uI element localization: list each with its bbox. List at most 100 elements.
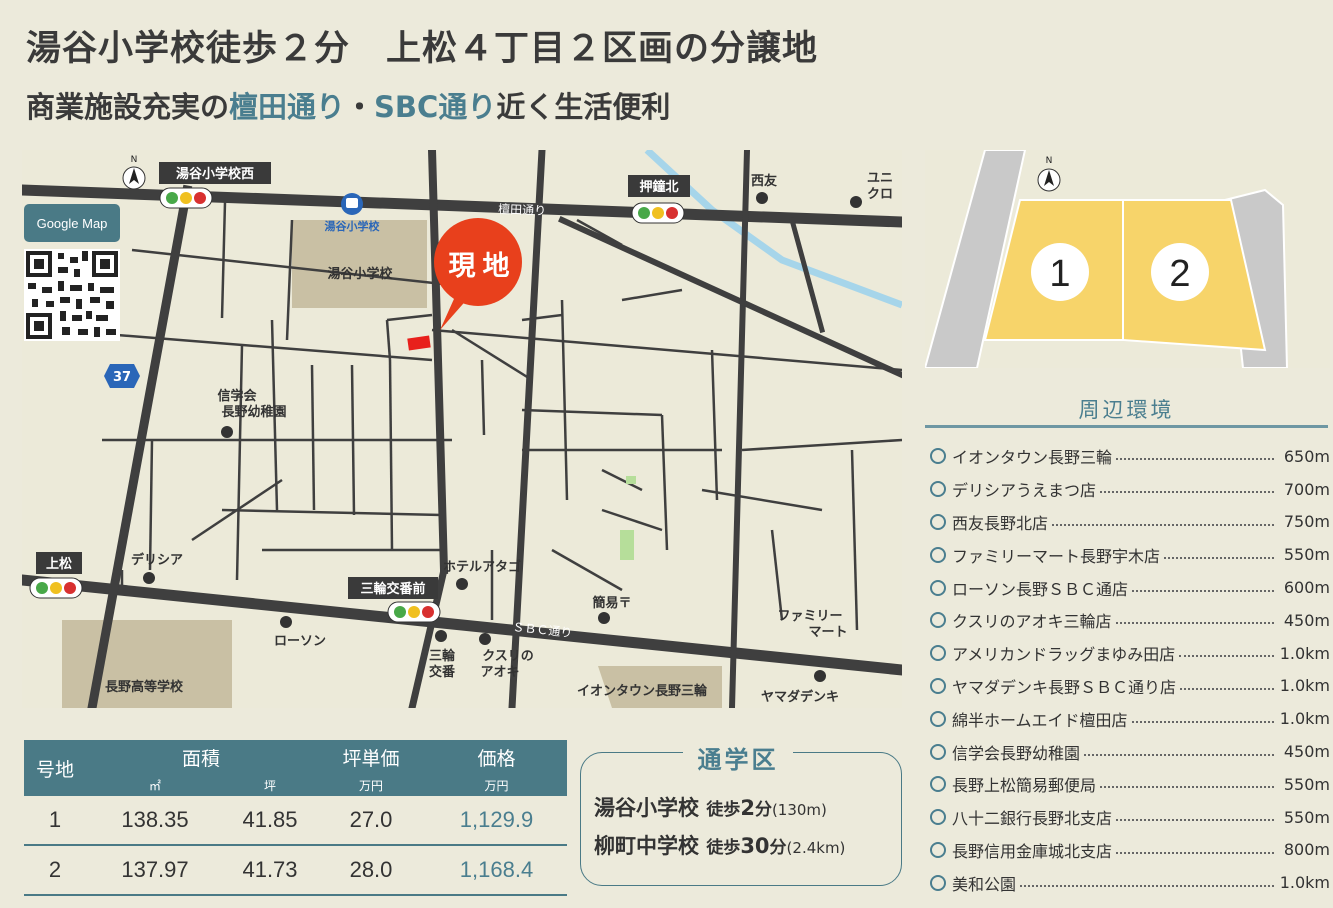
familymart-label: ファミリー [777,609,842,624]
school-walk: 徒歩 [706,838,741,858]
post-office-label: 簡易〒 [591,595,631,611]
familymart-label: マート [808,625,847,640]
table-row: 1 138.35 41.85 27.0 1,129.9 [24,796,567,846]
surroundings-divider [925,425,1328,428]
subtitle-part: 商業施設充実の [26,90,230,124]
list-item: イオンタウン長野三輪 650m [930,440,1330,473]
leader-dots [1052,523,1274,526]
nagano-high-label: 長野高等学校 [105,679,184,695]
school-unit: 分 [769,838,787,858]
leader-dots [1131,720,1274,723]
subtitle-separator: ・ [345,90,375,124]
bus-stop-label: 湯谷小学校 [325,219,381,233]
signal-label-miwa: 三輪交番前 [360,581,425,597]
place-name: クスリのアオキ三輪店 [952,612,1112,632]
kusuri-label: クスリの [482,649,534,664]
list-item: ローソン長野ＳＢＣ通店 600m [930,571,1330,604]
price-table: 号地 面積 坪単価 価格 ㎡ 坪 万円 万円 1 138.35 41.85 27… [24,740,567,896]
place-distance: 1.0km [1279,676,1330,696]
place-distance: 750m [1283,512,1330,532]
place-distance: 450m [1283,610,1330,630]
place-distance: 700m [1283,479,1330,499]
north-label: N [131,155,138,165]
school-distance: (2.4km) [786,839,846,857]
cell-lot: 2 [24,845,86,896]
list-item: 美和公園 1.0km [930,866,1330,899]
place-name: デリシアうえまつ店 [952,481,1097,501]
school-distance: (130m) [771,801,827,819]
school-name: 柳町中学校 [594,834,699,858]
koban-label: 三輪 [429,648,456,664]
circle-bullet-icon [930,579,946,596]
list-item: 西友長野北店 750m [930,506,1330,539]
leader-dots [1084,753,1274,756]
signal-label-uematsu: 上松 [46,556,72,572]
place-name: イオンタウン長野三輪 [952,448,1113,468]
lot-1-number: 1 [1049,253,1070,295]
kindergarten-label: 信学会 [217,388,257,404]
cell-unit-price: 27.0 [316,796,426,846]
list-item: 長野信用金庫城北支店 800m [930,834,1330,867]
kusuri-label: アオキ [480,665,519,680]
list-item: ヤマダデンキ長野ＳＢＣ通り店 1.0km [930,670,1330,703]
place-distance: 800m [1283,840,1330,860]
aeon-label: イオンタウン長野三輪 [577,683,708,699]
subtitle-part: 近く生活便利 [496,90,671,124]
leader-dots [1132,589,1274,592]
site-label: 現 [449,251,476,282]
list-item: 長野上松簡易郵便局 550m [930,768,1330,801]
list-item: 八十二銀行長野北支店 550m [930,801,1330,834]
north-label: N [1046,156,1053,166]
place-distance: 1.0km [1279,643,1330,663]
place-distance: 1.0km [1279,709,1330,729]
header-area: 面積 [86,740,316,774]
place-name: 綿半ホームエイド檀田店 [952,710,1128,730]
circle-bullet-icon [930,645,946,662]
circle-bullet-icon [930,841,946,858]
dangeta-street-highlight: 檀田通り [229,90,346,124]
leader-dots [1020,884,1274,887]
cell-tsubo: 41.73 [224,845,316,896]
yamada-label: ヤマダデンキ [761,689,839,705]
green-strip [626,476,636,484]
circle-bullet-icon [930,448,946,465]
circle-bullet-icon [930,776,946,793]
traffic-signal-icon [29,577,83,599]
cell-tsubo: 41.85 [224,796,316,846]
circle-bullet-icon [930,809,946,826]
leader-dots [1116,819,1274,822]
traffic-signal-icon [387,601,441,623]
leader-dots [1180,687,1274,690]
unit-man-yen: 万円 [316,774,426,796]
place-distance: 650m [1283,446,1330,466]
place-name: ヤマダデンキ長野ＳＢＣ通り店 [952,677,1177,697]
page-title: 湯谷小学校徒歩２分 上松４丁目２区画の分譲地 [26,29,819,69]
school-minutes: 30 [740,834,770,858]
leader-dots [1164,556,1274,559]
school-unit: 分 [754,800,772,820]
circle-bullet-icon [930,710,946,727]
leader-dots [1115,622,1274,625]
cell-unit-price: 28.0 [316,845,426,896]
place-distance: 550m [1283,774,1330,794]
site-label: 地 [483,251,510,282]
list-item: アメリカンドラッグまゆみ田店 1.0km [930,637,1330,670]
signal-label-yuya-west: 湯谷小学校西 [176,166,254,182]
place-name: アメリカンドラッグまゆみ田店 [952,645,1176,665]
qr-code-icon[interactable] [24,249,120,341]
signal-label-oshikane: 押鐘北 [639,179,678,195]
lot-2-number: 2 [1169,253,1190,295]
traffic-signal-icon [159,187,213,209]
school-district-title: 通学区 [683,740,793,775]
google-map-button[interactable]: Google Map [24,204,120,242]
delicia-label: デリシア [131,552,183,568]
place-name: 長野上松簡易郵便局 [952,776,1097,796]
leader-dots [1116,458,1274,461]
yuya-school-block [292,220,427,308]
circle-bullet-icon [930,874,946,891]
place-distance: 1.0km [1279,873,1330,893]
circle-bullet-icon [930,612,946,629]
cell-sqm: 138.35 [86,796,224,846]
cell-sqm: 137.97 [86,845,224,896]
circle-bullet-icon [930,481,946,498]
